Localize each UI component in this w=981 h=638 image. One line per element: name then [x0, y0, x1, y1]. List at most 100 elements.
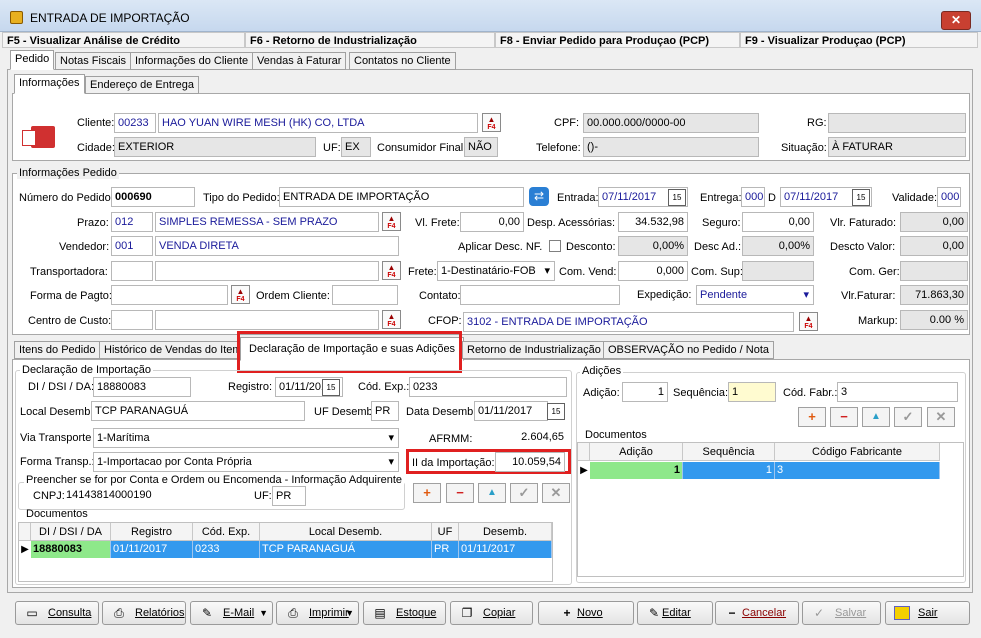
contato-field[interactable]	[460, 285, 620, 305]
di-row-registro[interactable]: 01/11/2017	[111, 541, 193, 558]
fkey-f6[interactable]: F6 - Retorno de Industrialização	[245, 32, 495, 48]
relatorios-button[interactable]: ⎙ Relatórios	[102, 601, 186, 625]
ii-field[interactable]: 10.059,54	[495, 452, 565, 472]
expedicao-select[interactable]: Pendente	[696, 285, 814, 305]
di-row-codexp[interactable]: 0233	[193, 541, 260, 558]
estoque-button[interactable]: ▤ Estoque	[363, 601, 446, 625]
tab-vendas-faturar[interactable]: Vendas à Faturar	[252, 52, 347, 70]
situacao-field[interactable]: À FATURAR	[828, 137, 966, 157]
di-col-codexp[interactable]: Cód. Exp.	[193, 523, 260, 541]
tab-historico-vendas[interactable]: Histórico de Vendas do Item	[99, 341, 239, 359]
adicoes-row-codfabr[interactable]: 3	[775, 462, 940, 479]
tab-notas-fiscais[interactable]: Notas Fiscais	[55, 52, 132, 70]
tab-observacao[interactable]: OBSERVAÇÃO no Pedido / Nota	[603, 341, 775, 359]
tab-itens-pedido[interactable]: Itens do Pedido	[14, 341, 101, 359]
imprimir-dropdown-icon[interactable]: ▼	[345, 602, 354, 624]
telefone-field[interactable]: ()-	[583, 137, 759, 157]
cpf-field[interactable]: 00.000.000/0000-00	[583, 113, 759, 133]
tab-info-cliente[interactable]: Informações do Cliente	[130, 52, 254, 70]
di-confirm-button[interactable]: ✓	[510, 483, 538, 503]
formapag-f4-button[interactable]: ▲ F4	[231, 285, 250, 304]
cancelar-button[interactable]: − Cancelar	[715, 601, 799, 625]
cliente-f4-button[interactable]: ▲ F4	[482, 113, 501, 132]
cidade-field[interactable]: EXTERIOR	[114, 137, 316, 157]
ufdesemb-field[interactable]: PR	[371, 401, 399, 421]
di-cancel-button[interactable]: ✕	[542, 483, 570, 503]
cfop-field[interactable]: 3102 - ENTRADA DE IMPORTAÇÃO	[463, 312, 794, 332]
close-button[interactable]: ✕	[941, 11, 971, 30]
rg-field[interactable]	[828, 113, 966, 133]
prazo-f4-button[interactable]: ▲ F4	[382, 212, 401, 231]
adicoes-remove-button[interactable]: −	[830, 407, 858, 427]
di-field[interactable]: 18880083	[93, 377, 191, 397]
vendedor-code-field[interactable]: 001	[111, 236, 153, 256]
datadesemb-calendar-icon[interactable]: 15	[547, 403, 565, 420]
prazo-name-field[interactable]: SIMPLES REMESSA - SEM PRAZO	[155, 212, 379, 232]
imprimir-button[interactable]: ⎙ Imprimir ▼	[276, 601, 359, 625]
comsup-field[interactable]	[742, 261, 814, 281]
desp-field[interactable]: 34.532,98	[618, 212, 688, 232]
di-add-button[interactable]: +	[413, 483, 441, 503]
cfop-f4-button[interactable]: ▲ F4	[799, 312, 818, 331]
di-col-desemb[interactable]: Desemb.	[459, 523, 552, 541]
email-button[interactable]: ✎ E-Mail ▼	[190, 601, 273, 625]
fkey-f8[interactable]: F8 - Enviar Pedido para Produçao (PCP)	[495, 32, 740, 48]
numero-field[interactable]: 000690	[111, 187, 195, 207]
tab-retorno-industrializacao[interactable]: Retorno de Industrialização	[462, 341, 606, 359]
adicoes-confirm-button[interactable]: ✓	[894, 407, 922, 427]
cliente-code-field[interactable]: 00233	[114, 113, 156, 133]
di-col-di[interactable]: DI / DSI / DA	[31, 523, 111, 541]
markup-field[interactable]: 0.00 %	[900, 310, 968, 330]
via-select[interactable]: 1-Marítima	[93, 428, 399, 448]
di-row-desemb[interactable]: 01/11/2017	[459, 541, 552, 558]
seguro-field[interactable]: 0,00	[742, 212, 814, 232]
formapag-field[interactable]	[111, 285, 228, 305]
di-col-registro[interactable]: Registro	[111, 523, 193, 541]
aplicar-checkbox[interactable]	[549, 240, 561, 252]
consumidor-field[interactable]: NÃO	[464, 137, 498, 157]
tipo-field[interactable]: ENTRADA DE IMPORTAÇÃO	[279, 187, 524, 207]
di-up-button[interactable]: ▲	[478, 483, 506, 503]
ordem-field[interactable]	[332, 285, 398, 305]
email-dropdown-icon[interactable]: ▼	[259, 602, 268, 624]
comger-field[interactable]	[900, 261, 968, 281]
transp-name-field[interactable]	[155, 261, 379, 281]
cnpj-field[interactable]: 14143814000190	[63, 486, 183, 506]
forma-select[interactable]: 1-Importacao por Conta Própria	[93, 452, 399, 472]
validade-field[interactable]: 000	[937, 187, 961, 207]
entrega-dias-field[interactable]: 000	[741, 187, 765, 207]
cliente-name-field[interactable]: HAO YUAN WIRE MESH (HK) CO, LTDA	[158, 113, 478, 133]
frete-field[interactable]: 0,00	[460, 212, 524, 232]
sair-button[interactable]: Sair	[885, 601, 970, 625]
tab-endereco-entrega[interactable]: Endereço de Entrega	[85, 76, 199, 94]
adicoes-up-button[interactable]: ▲	[862, 407, 890, 427]
tab-contatos[interactable]: Contatos no Cliente	[349, 52, 456, 70]
codexp-field[interactable]: 0233	[409, 377, 567, 397]
comvend-field[interactable]: 0,000	[618, 261, 688, 281]
copiar-button[interactable]: ❐ Copiar	[450, 601, 533, 625]
entrega-calendar-icon[interactable]: 15	[852, 189, 870, 206]
di-row-di[interactable]: 18880083	[31, 541, 111, 558]
tab-pedido[interactable]: Pedido	[10, 50, 55, 70]
vlrfatur-field[interactable]: 71.863,30	[900, 285, 968, 305]
salvar-button[interactable]: ✓ Salvar	[802, 601, 881, 625]
tab-informacoes[interactable]: Informações	[14, 74, 85, 94]
registro-calendar-icon[interactable]: 15	[322, 379, 340, 396]
fkey-f9[interactable]: F9 - Visualizar Produçao (PCP)	[740, 32, 978, 48]
descad-field[interactable]: 0,00%	[742, 236, 814, 256]
uf-field[interactable]: EX	[341, 137, 371, 157]
frete-type-select[interactable]: 1-Destinatário-FOB	[437, 261, 555, 281]
transp-code-field[interactable]	[111, 261, 153, 281]
descval-field[interactable]: 0,00	[900, 236, 968, 256]
di-col-uf[interactable]: UF	[432, 523, 459, 541]
adicoes-col-adicao[interactable]: Adição	[590, 443, 683, 461]
adicoes-cancel-button[interactable]: ✕	[927, 407, 955, 427]
editar-button[interactable]: ✎ Editar	[637, 601, 713, 625]
transp-f4-button[interactable]: ▲ F4	[382, 261, 401, 280]
di-row-uf[interactable]: PR	[432, 541, 459, 558]
adicoes-add-button[interactable]: +	[798, 407, 826, 427]
adicoes-col-codfabr[interactable]: Código Fabricante	[775, 443, 940, 461]
entrada-calendar-icon[interactable]: 15	[668, 189, 686, 206]
adicoes-col-sequencia[interactable]: Sequência	[683, 443, 775, 461]
adicoes-row-sequencia[interactable]: 1	[683, 462, 775, 479]
